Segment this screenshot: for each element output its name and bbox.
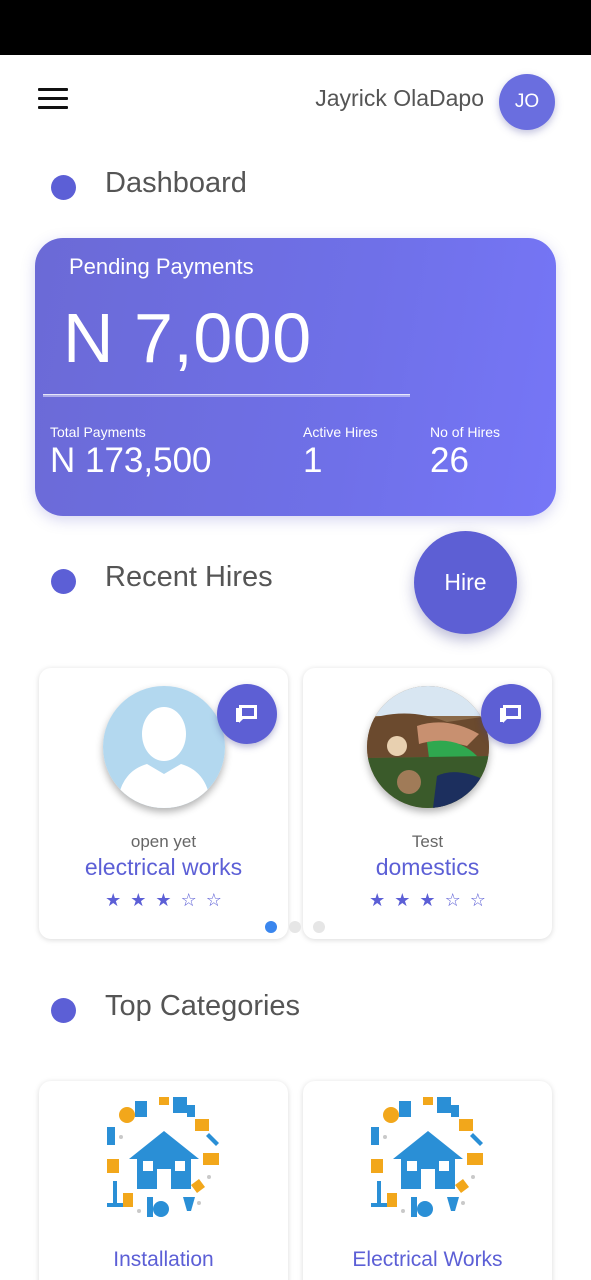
star-rating: ★★★☆☆ [369, 890, 495, 910]
hire-category: electrical works [84, 854, 243, 880]
top-categories-section-header: Top Categories [0, 985, 591, 1035]
hire-name: Test [411, 832, 444, 851]
hire-card[interactable]: Test domestics ★★★☆☆ [303, 668, 552, 939]
card-divider [43, 394, 410, 397]
category-card-installation[interactable]: Installation [39, 1081, 288, 1280]
default-person-avatar-icon [103, 686, 225, 808]
active-hires-stat: Active Hires 1 [303, 424, 378, 481]
total-payments-label: Total Payments [50, 424, 146, 440]
status-bar [0, 0, 591, 55]
chat-icon[interactable] [217, 684, 277, 744]
dashboard-title: Dashboard [105, 167, 247, 199]
home-cleaning-illustration-icon [371, 1097, 483, 1217]
total-payments-stat: Total Payments N 173,500 [50, 424, 212, 481]
user-name: Jayrick OlaDapo [315, 85, 484, 111]
avatar[interactable]: JO [499, 74, 555, 130]
section-dot-icon [51, 998, 76, 1023]
no-of-hires-value: 26 [430, 441, 469, 480]
hire-category: domestics [375, 854, 480, 880]
active-hires-value: 1 [303, 441, 323, 480]
pager-dot[interactable] [289, 921, 301, 933]
hire-button[interactable]: Hire [414, 531, 517, 634]
chat-icon[interactable] [481, 684, 541, 744]
top-categories-title: Top Categories [105, 990, 301, 1022]
no-of-hires-label: No of Hires [430, 424, 501, 440]
hamburger-menu-icon[interactable] [38, 88, 68, 110]
active-hires-label: Active Hires [303, 424, 378, 440]
app-bar: Jayrick OlaDapo JO [0, 55, 591, 145]
hire-card[interactable]: open yet electrical works ★★★☆☆ [39, 668, 288, 939]
dashboard-section-header: Dashboard [0, 162, 591, 212]
pager-dot-active[interactable] [265, 921, 277, 933]
pending-payments-amount: N 7,000 [63, 299, 312, 377]
total-payments-value: N 173,500 [50, 441, 212, 480]
no-of-hires-stat: No of Hires 26 [430, 424, 500, 481]
category-card-electrical-works[interactable]: Electrical Works [303, 1081, 552, 1280]
pending-payments-label: Pending Payments [69, 254, 254, 279]
category-label: Electrical Works [352, 1248, 503, 1271]
section-dot-icon [51, 569, 76, 594]
star-rating: ★★★☆☆ [105, 890, 231, 910]
user-photo [367, 686, 489, 808]
pending-payments-card: Pending Payments N 7,000 Total Payments … [35, 238, 556, 516]
category-label: Installation [113, 1248, 214, 1271]
recent-hires-title: Recent Hires [105, 561, 273, 593]
home-cleaning-illustration-icon [107, 1097, 219, 1217]
hire-name: open yet [130, 832, 197, 851]
section-dot-icon [51, 175, 76, 200]
pager-dot[interactable] [313, 921, 325, 933]
